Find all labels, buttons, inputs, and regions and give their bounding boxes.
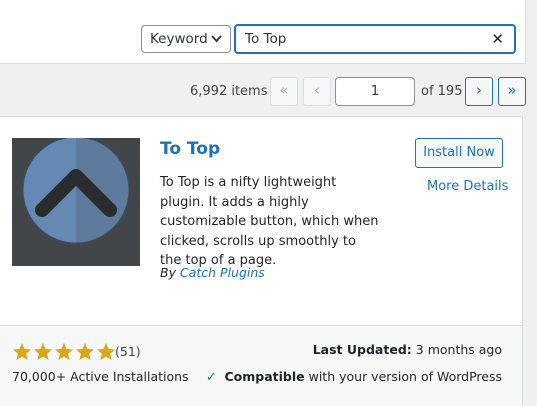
plugin-author: By Catch Plugins: [160, 265, 265, 280]
plugin-description: To Top is a nifty lightweight plugin. It…: [160, 175, 379, 268]
clear-icon[interactable]: ✕: [491, 26, 504, 52]
active-installs: 70,000+ Active Installations: [12, 369, 189, 384]
last-updated-label: Last Updated:: [312, 342, 412, 357]
compat-strong: Compatible: [224, 369, 305, 384]
total-pages: of 195: [421, 84, 463, 99]
star-icon: [97, 343, 115, 360]
items-count: 6,992 items: [190, 84, 268, 99]
search-type-select[interactable]: Keyword: [141, 25, 231, 53]
star-icon: [34, 343, 52, 360]
search-bar: Keyword To Top ✕: [0, 0, 526, 64]
plugin-name-link[interactable]: To Top: [160, 139, 220, 159]
compat-rest: with your version of WordPress: [308, 369, 502, 384]
plugin-card-top: To Top Install Now More Details To Top i…: [0, 117, 522, 325]
next-page-button[interactable]: ›: [465, 77, 493, 106]
last-updated: Last Updated: 3 months ago: [313, 342, 502, 357]
plugin-card-bottom: (51) 70,000+ Active Installations Last U…: [0, 325, 522, 406]
author-prefix: By: [160, 265, 176, 280]
star-icon: [13, 343, 31, 360]
last-updated-value: 3 months ago: [415, 342, 502, 357]
author-link[interactable]: Catch Plugins: [180, 265, 265, 280]
search-input[interactable]: To Top ✕: [234, 24, 516, 54]
star-icon: [55, 343, 73, 360]
chevron-down-icon: [211, 26, 222, 61]
search-type-value: Keyword: [150, 31, 208, 47]
plugin-card: To Top Install Now More Details To Top i…: [0, 116, 523, 406]
rating-count: (51): [115, 344, 141, 359]
arrow-up-circle-icon: [22, 136, 130, 244]
prev-page-button[interactable]: ‹: [303, 77, 331, 106]
first-page-button[interactable]: «: [270, 77, 298, 106]
plugin-icon[interactable]: [12, 136, 140, 266]
last-page-button[interactable]: »: [498, 77, 526, 106]
current-page-input[interactable]: 1: [335, 77, 415, 106]
more-details-link[interactable]: More Details: [427, 179, 508, 194]
search-query: To Top: [245, 31, 287, 47]
compatibility: ✓ Compatible with your version of WordPr…: [206, 369, 502, 384]
checkmark-icon: ✓: [206, 369, 217, 384]
star-icon: [76, 343, 94, 360]
star-rating: [12, 342, 116, 362]
install-now-button[interactable]: Install Now: [415, 138, 503, 168]
